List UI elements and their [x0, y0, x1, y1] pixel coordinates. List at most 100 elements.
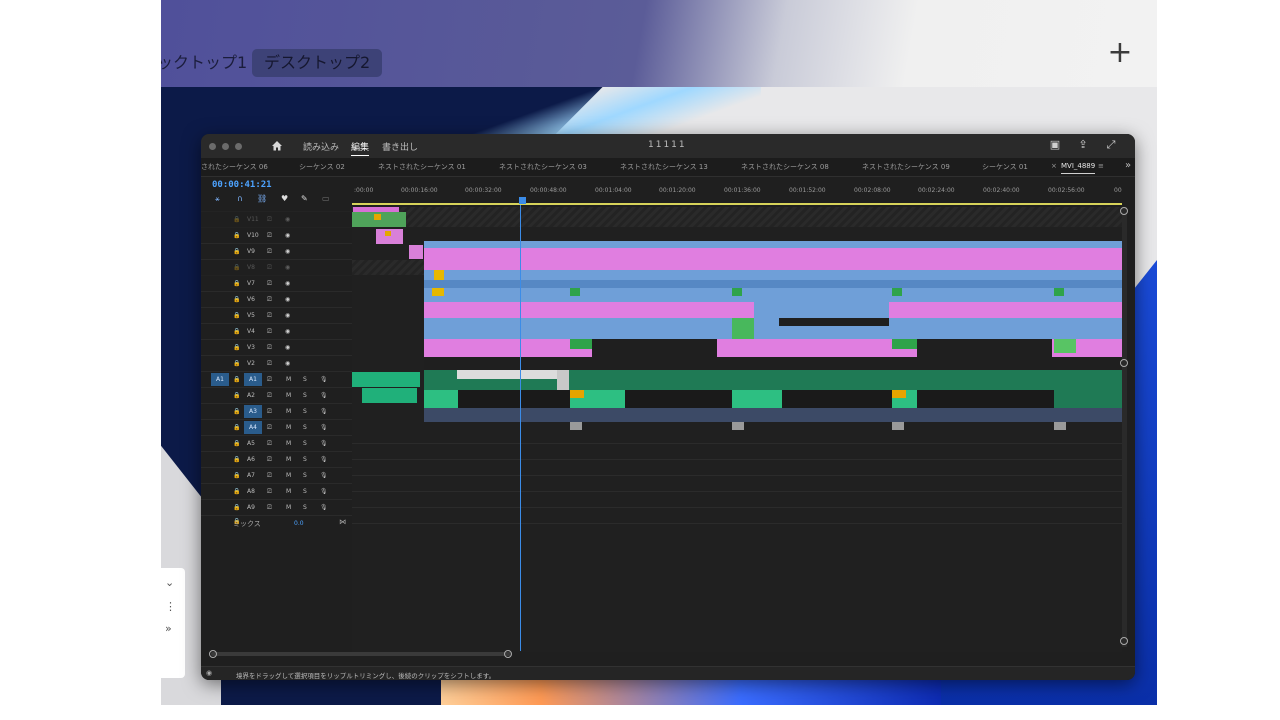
captions-icon[interactable]: ▭: [322, 194, 330, 203]
video-clip[interactable]: [424, 248, 1122, 270]
lock-icon[interactable]: 🔒: [233, 456, 240, 463]
nav-export-tab[interactable]: 書き出し: [382, 140, 418, 153]
nav-edit-tab[interactable]: 編集: [351, 140, 370, 156]
audio-clip[interactable]: [457, 370, 557, 379]
nav-import-tab[interactable]: 読み込み: [303, 140, 339, 153]
vertical-scrollbar[interactable]: [1120, 207, 1128, 647]
sequence-tab[interactable]: ネストされたシーケンス 03: [499, 162, 587, 172]
audio-clip[interactable]: [892, 422, 904, 430]
track-a3[interactable]: 🔒 A3 ⎚ M S 🎙: [201, 404, 352, 420]
eye-icon[interactable]: ◉: [285, 248, 290, 255]
mic-icon[interactable]: 🎙: [320, 440, 328, 447]
mic-icon[interactable]: 🎙: [320, 456, 328, 463]
sequence-tab[interactable]: シーケンス 01: [982, 162, 1028, 172]
eye-icon[interactable]: ◉: [285, 264, 290, 271]
window-minimize-dot[interactable]: [222, 143, 229, 150]
solo-button[interactable]: S: [303, 472, 307, 479]
film-icon[interactable]: ⎚: [267, 248, 272, 256]
scroll-knob[interactable]: [1120, 207, 1128, 215]
track-a8[interactable]: 🔒 A8 ⎚ M S 🎙: [201, 484, 352, 500]
more-tabs-icon[interactable]: »: [1125, 160, 1131, 171]
lock-icon[interactable]: 🔒: [233, 328, 240, 335]
lock-icon[interactable]: 🔒: [233, 504, 240, 511]
lock-icon[interactable]: 🔒: [233, 312, 240, 319]
sequence-tab[interactable]: ネストされたシーケンス 13: [620, 162, 708, 172]
audio-clip[interactable]: [424, 408, 1122, 422]
track-v6[interactable]: 🔒 V6 ⎚ ◉: [201, 292, 352, 308]
playhead-line[interactable]: [520, 205, 521, 651]
audio-clip[interactable]: [570, 422, 582, 430]
track-v8[interactable]: 🔒 V8 ⎚ ◉: [201, 260, 352, 276]
track-a2[interactable]: 🔒 A2 ⎚ M S 🎙: [201, 388, 352, 404]
window-close-dot[interactable]: [209, 143, 216, 150]
mute-button[interactable]: M: [286, 424, 291, 431]
lock-icon[interactable]: 🔒: [233, 280, 240, 287]
video-clip[interactable]: [732, 288, 742, 296]
video-clip[interactable]: [754, 302, 889, 318]
sync-icon[interactable]: ⎚: [267, 456, 272, 464]
film-icon[interactable]: ⎚: [267, 360, 272, 368]
film-icon[interactable]: ⎚: [267, 264, 272, 272]
lock-icon[interactable]: 🔒: [233, 440, 240, 447]
film-icon[interactable]: ⎚: [267, 216, 272, 224]
track-a9[interactable]: 🔒 A9 ⎚ M S 🎙: [201, 500, 352, 516]
desktop-tab-2[interactable]: デスクトップ2: [252, 49, 383, 77]
lock-icon[interactable]: 🔒: [233, 232, 240, 239]
sync-icon[interactable]: ⎚: [267, 376, 272, 384]
video-clip[interactable]: [1054, 288, 1064, 296]
track-v3[interactable]: 🔒 V3 ⎚ ◉: [201, 340, 352, 356]
film-icon[interactable]: ⎚: [267, 344, 272, 352]
film-icon[interactable]: ⎚: [267, 232, 272, 240]
work-area-bar[interactable]: [352, 203, 1122, 205]
video-clip[interactable]: [732, 318, 754, 339]
workspace-icon[interactable]: ▣: [1049, 139, 1061, 151]
track-v10[interactable]: 🔒 V10 ⎚ ◉: [201, 228, 352, 244]
video-clip[interactable]: [424, 288, 1122, 302]
mic-icon[interactable]: 🎙: [320, 424, 328, 431]
track-v11[interactable]: 🔒 V11 ⎚ ◉: [201, 212, 352, 228]
video-clip[interactable]: [424, 270, 1122, 280]
desktop-tab-1[interactable]: ックトップ1: [161, 49, 247, 77]
scroll-knob[interactable]: [1120, 637, 1128, 645]
mic-icon[interactable]: 🎙: [320, 504, 328, 511]
video-clip[interactable]: [754, 339, 889, 357]
nest-icon[interactable]: ⚹: [215, 194, 220, 204]
snap-icon[interactable]: ∩: [237, 194, 243, 203]
sync-icon[interactable]: ⎚: [267, 472, 272, 480]
track-v2[interactable]: 🔒 V2 ⎚ ◉: [201, 356, 352, 372]
linked-selection-icon[interactable]: ⛓: [257, 194, 267, 203]
video-clip[interactable]: [424, 318, 1122, 339]
mute-button[interactable]: M: [286, 472, 291, 479]
film-icon[interactable]: ⎚: [267, 312, 272, 320]
solo-button[interactable]: S: [303, 440, 307, 447]
solo-button[interactable]: S: [303, 392, 307, 399]
eye-icon[interactable]: ◉: [285, 344, 290, 351]
eye-icon[interactable]: ◉: [285, 296, 290, 303]
mute-button[interactable]: M: [286, 488, 291, 495]
source-patch-a1[interactable]: A1: [211, 373, 229, 386]
playhead-timecode[interactable]: 00:00:41:21: [212, 180, 272, 190]
eye-icon[interactable]: ◉: [285, 216, 290, 223]
film-icon[interactable]: ⎚: [267, 296, 272, 304]
mute-button[interactable]: M: [286, 504, 291, 511]
track-a1[interactable]: A1 🔒 A1 ⎚ M S 🎙: [201, 372, 352, 388]
sync-icon[interactable]: ⎚: [267, 440, 272, 448]
audio-clip[interactable]: [732, 390, 782, 408]
sync-icon[interactable]: ⎚: [267, 488, 272, 496]
track-a6[interactable]: 🔒 A6 ⎚ M S 🎙: [201, 452, 352, 468]
lock-icon[interactable]: 🔒: [233, 408, 240, 415]
lock-icon[interactable]: 🔒: [233, 216, 240, 223]
chevron-down-icon[interactable]: ⌄: [165, 576, 174, 589]
track-a7[interactable]: 🔒 A7 ⎚ M S 🎙: [201, 468, 352, 484]
video-clip[interactable]: [570, 288, 580, 296]
video-clip[interactable]: [424, 339, 569, 345]
track-v5[interactable]: 🔒 V5 ⎚ ◉: [201, 308, 352, 324]
lock-icon[interactable]: 🔒: [233, 264, 240, 271]
sync-icon[interactable]: ⎚: [267, 504, 272, 512]
double-chevron-right-icon[interactable]: »: [165, 622, 172, 635]
add-desktop-button[interactable]: +: [1105, 38, 1135, 68]
scroll-knob[interactable]: [504, 650, 512, 658]
track-a4[interactable]: 🔒 A4 ⎚ M S 🎙: [201, 420, 352, 436]
audio-clip[interactable]: [570, 390, 584, 398]
video-clip[interactable]: [424, 280, 1122, 288]
